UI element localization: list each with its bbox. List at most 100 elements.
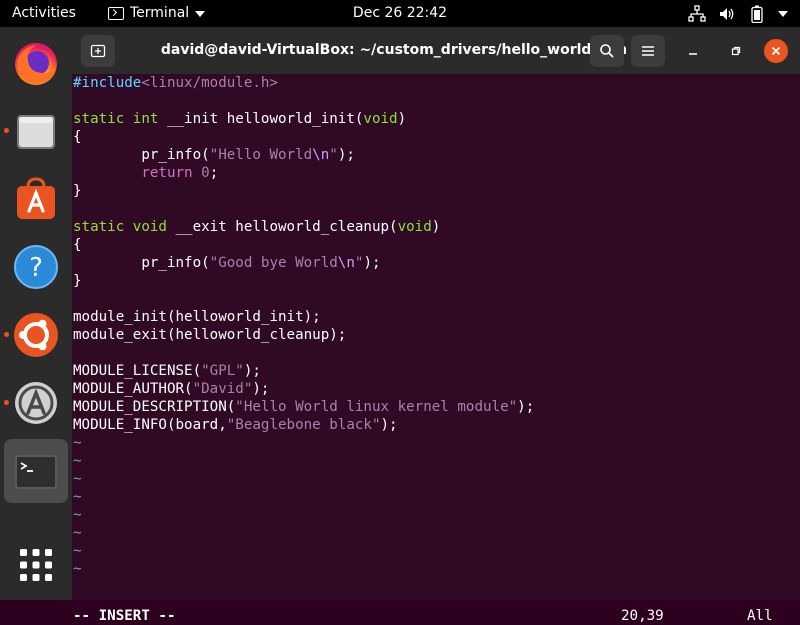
code-token: void	[132, 219, 167, 235]
dock-ubuntu[interactable]	[4, 303, 68, 367]
terminal-window: david@david-VirtualBox: ~/custom_drivers…	[72, 27, 800, 624]
empty-line-marker: ~	[73, 471, 82, 487]
header-bar: david@david-VirtualBox: ~/custom_drivers…	[72, 27, 800, 74]
empty-line-marker: ~	[73, 435, 82, 451]
cursor-position: 20,39	[621, 608, 664, 624]
empty-line-marker: ~	[73, 543, 82, 559]
code-token: #include	[73, 75, 142, 91]
code-token: );	[380, 417, 398, 433]
battery-icon[interactable]	[748, 5, 766, 23]
minimize-button[interactable]	[681, 39, 705, 63]
code-token: int	[132, 111, 159, 127]
minimize-icon	[689, 53, 697, 55]
menu-button[interactable]	[631, 35, 665, 67]
network-icon[interactable]	[688, 4, 706, 23]
dock-files[interactable]	[4, 99, 68, 163]
code-line[interactable]: module_exit(helloworld_cleanup);	[73, 326, 346, 344]
clock[interactable]: Dec 26 22:42	[353, 5, 447, 21]
dock-help[interactable]: ?	[4, 235, 68, 299]
dock-firefox[interactable]	[4, 31, 68, 95]
code-line[interactable]: ~	[73, 434, 82, 452]
dock-software[interactable]	[4, 167, 68, 231]
code-line[interactable]: ~	[73, 470, 82, 488]
code-token: \n	[312, 147, 330, 163]
chevron-down-icon	[778, 10, 788, 17]
vim-editor[interactable]: #include<linux/module.h> static int __ini…	[72, 74, 800, 624]
code-token: MODULE_INFO(board,	[73, 417, 227, 433]
empty-line-marker: ~	[73, 507, 82, 523]
code-line[interactable]: ~	[73, 506, 82, 524]
empty-line-marker: ~	[73, 525, 82, 541]
code-token: \n	[337, 255, 355, 271]
code-line[interactable]: ~	[73, 488, 82, 506]
code-token: pr_info(	[73, 255, 210, 271]
window-title: david@david-VirtualBox: ~/custom_drivers…	[160, 42, 628, 58]
terminal-icon	[108, 7, 124, 20]
code-line[interactable]: pr_info("Hello World\n");	[73, 146, 355, 164]
code-token: );	[252, 381, 270, 397]
code-token: MODULE_LICENSE(	[73, 363, 202, 379]
code-token: "Hello World	[209, 147, 313, 163]
code-token: {	[73, 129, 82, 145]
code-line[interactable]: {	[73, 236, 82, 254]
code-line[interactable]: ~	[73, 560, 82, 578]
code-line[interactable]: static void __exit helloworld_cleanup(vo…	[73, 218, 440, 236]
code-line[interactable]: return 0;	[73, 164, 218, 182]
close-button[interactable]	[764, 39, 788, 63]
dock-software-updater[interactable]	[4, 371, 68, 435]
code-line[interactable]: MODULE_DESCRIPTION("Hello World linux ke…	[73, 398, 534, 416]
code-line[interactable]: static int __init helloworld_init(void)	[73, 110, 406, 128]
code-token: MODULE_DESCRIPTION(	[73, 399, 236, 415]
code-line[interactable]: }	[73, 182, 82, 200]
svg-text:?: ?	[29, 253, 43, 283]
code-line[interactable]: ~	[73, 524, 82, 542]
code-line[interactable]: {	[73, 128, 82, 146]
app-menu[interactable]: Terminal	[108, 0, 206, 27]
system-tray[interactable]	[688, 0, 788, 27]
mode-indicator: -- INSERT --	[73, 608, 176, 624]
dock-terminal[interactable]	[4, 439, 68, 503]
restore-icon	[731, 46, 741, 56]
code-token: "GPL"	[201, 363, 244, 379]
code-line[interactable]: }	[73, 272, 82, 290]
code-token: __init helloworld_init(	[158, 111, 364, 127]
code-line[interactable]: MODULE_LICENSE("GPL");	[73, 362, 261, 380]
code-token: "Hello World linux kernel module"	[235, 399, 518, 415]
hamburger-icon	[642, 46, 654, 56]
software-updater-icon	[15, 382, 57, 424]
search-button[interactable]	[590, 35, 624, 67]
scroll-position: All	[747, 608, 773, 624]
firefox-icon	[15, 43, 57, 85]
code-token: );	[363, 255, 381, 271]
app-grid-icon	[20, 549, 52, 581]
code-token: );	[517, 399, 535, 415]
code-token: pr_info(	[73, 147, 210, 163]
code-token: );	[243, 363, 261, 379]
activities-button[interactable]: Activities	[12, 0, 76, 27]
code-line[interactable]: MODULE_INFO(board,"Beaglebone black");	[73, 416, 398, 434]
code-line[interactable]: ~	[73, 542, 82, 560]
empty-line-marker: ~	[73, 489, 82, 505]
app-menu-label: Terminal	[130, 5, 190, 21]
code-token: )	[431, 219, 441, 235]
code-token: "Good bye World	[209, 255, 338, 271]
maximize-button[interactable]	[724, 39, 748, 63]
show-applications-button[interactable]	[4, 533, 68, 597]
help-icon: ?	[14, 245, 58, 289]
code-line[interactable]: MODULE_AUTHOR("David");	[73, 380, 269, 398]
volume-icon[interactable]	[718, 5, 736, 23]
code-line[interactable]: pr_info("Good bye World\n");	[73, 254, 381, 272]
status-line: -- INSERT -- 20,39 All	[73, 607, 800, 625]
code-line[interactable]: ~	[73, 452, 82, 470]
code-line[interactable]: module_init(helloworld_init);	[73, 308, 321, 326]
code-token: MODULE_AUTHOR(	[73, 381, 193, 397]
code-line[interactable]: #include<linux/module.h>	[73, 74, 278, 92]
code-token: {	[73, 237, 82, 253]
code-token: static	[73, 111, 125, 127]
close-icon	[771, 46, 781, 56]
software-store-icon	[17, 177, 55, 219]
code-token: void	[363, 111, 398, 127]
